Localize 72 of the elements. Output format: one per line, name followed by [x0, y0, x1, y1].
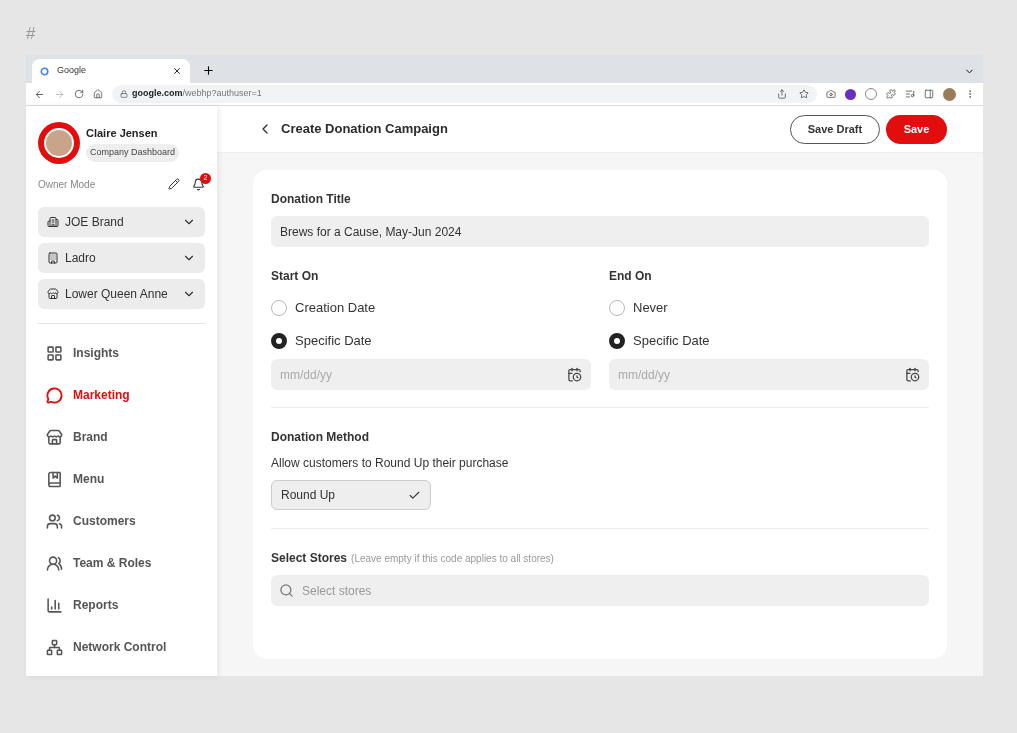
- page-title: Create Donation Campaign: [281, 120, 449, 139]
- nav-item[interactable]: Marketing: [38, 374, 205, 416]
- notification-bell-icon[interactable]: [192, 177, 205, 191]
- share-icon[interactable]: [777, 89, 787, 99]
- radio-label: Specific Date: [633, 331, 710, 350]
- search-icon: [279, 583, 294, 598]
- radio-button[interactable]: [609, 332, 625, 349]
- address-bar[interactable]: google.com/webhp?authuser=1: [112, 85, 817, 103]
- nav-item[interactable]: Brand: [38, 416, 205, 458]
- save-button[interactable]: Save: [886, 114, 947, 144]
- donation-title-field[interactable]: Brews for a Cause, May-Jun 2024: [271, 216, 929, 247]
- mode-label: Owner Mode: [38, 177, 97, 192]
- new-tab-icon[interactable]: [202, 64, 215, 77]
- insights-icon: [46, 344, 63, 362]
- date-field[interactable]: mm/dd/yy: [271, 359, 591, 390]
- scope-dropdown[interactable]: Ladro: [38, 243, 205, 273]
- section-hint: (Leave empty if this code applies to all stores): [351, 552, 554, 566]
- store-search-field[interactable]: Select stores: [271, 575, 929, 606]
- back-icon[interactable]: [34, 88, 45, 100]
- marketing-icon: [46, 386, 63, 404]
- avatar-placeholder: [44, 128, 74, 158]
- radio-label: Never: [633, 298, 668, 317]
- nav-item[interactable]: Menu: [38, 458, 205, 500]
- save-draft-button[interactable]: Save Draft: [790, 114, 880, 144]
- role-badge: Company Dashboard: [86, 144, 180, 162]
- extensions-icon[interactable]: [886, 89, 896, 99]
- scope-dropdown[interactable]: JOE Brand: [38, 207, 205, 237]
- reload-icon[interactable]: [74, 89, 84, 99]
- brand-icon: [46, 428, 63, 446]
- customers-icon: [46, 512, 63, 530]
- camera-icon[interactable]: [826, 89, 836, 99]
- section-title: Select Stores: [271, 550, 348, 567]
- radio-button[interactable]: [271, 299, 287, 316]
- reports-icon: [46, 596, 63, 614]
- scope-dropdown[interactable]: Lower Queen Anne: [38, 279, 205, 309]
- avatar-icon[interactable]: [943, 87, 956, 101]
- field-label: Donation Title: [271, 191, 351, 208]
- tab-title: Google: [57, 64, 88, 78]
- pencil-icon[interactable]: [168, 178, 180, 190]
- network-icon: [46, 638, 63, 656]
- nav-item[interactable]: Insights: [38, 332, 205, 374]
- method-option[interactable]: Round Up: [271, 480, 431, 510]
- section-description: Allow customers to Round Up their purchase: [271, 455, 509, 472]
- team-icon: [46, 554, 63, 572]
- radio-label: Specific Date: [295, 331, 372, 350]
- profile-name: Claire Jensen: [86, 125, 159, 141]
- scope-icon: [47, 288, 59, 300]
- radio-button[interactable]: [271, 332, 287, 349]
- date-field[interactable]: mm/dd/yy: [609, 359, 929, 390]
- scope-icon: [47, 252, 59, 264]
- calendar-icon[interactable]: [567, 367, 582, 382]
- url-text: google.com/webhp?authuser=1: [132, 87, 263, 101]
- menu-icon: [46, 470, 63, 488]
- page-mark: #: [26, 24, 36, 44]
- media-list-icon[interactable]: [905, 89, 915, 99]
- nav-item[interactable]: Customers: [38, 500, 205, 542]
- calendar-icon[interactable]: [905, 367, 920, 382]
- scope-icon: [47, 216, 59, 228]
- nav-item[interactable]: Team & Roles: [38, 542, 205, 584]
- section-title: Donation Method: [271, 429, 369, 446]
- nav-item[interactable]: Network Control: [38, 626, 205, 668]
- radio-button[interactable]: [609, 299, 625, 316]
- nav-item[interactable]: Reports: [38, 584, 205, 626]
- close-icon[interactable]: [172, 66, 182, 76]
- side-panel-icon[interactable]: [924, 89, 934, 99]
- home-icon[interactable]: [93, 89, 103, 99]
- lock-icon: [120, 90, 128, 98]
- browser-tab[interactable]: Google: [32, 59, 190, 83]
- bookmark-star-icon[interactable]: [799, 89, 809, 99]
- radio-label: Creation Date: [295, 298, 376, 317]
- field-label: End On: [609, 268, 652, 285]
- field-label: Start On: [271, 268, 319, 285]
